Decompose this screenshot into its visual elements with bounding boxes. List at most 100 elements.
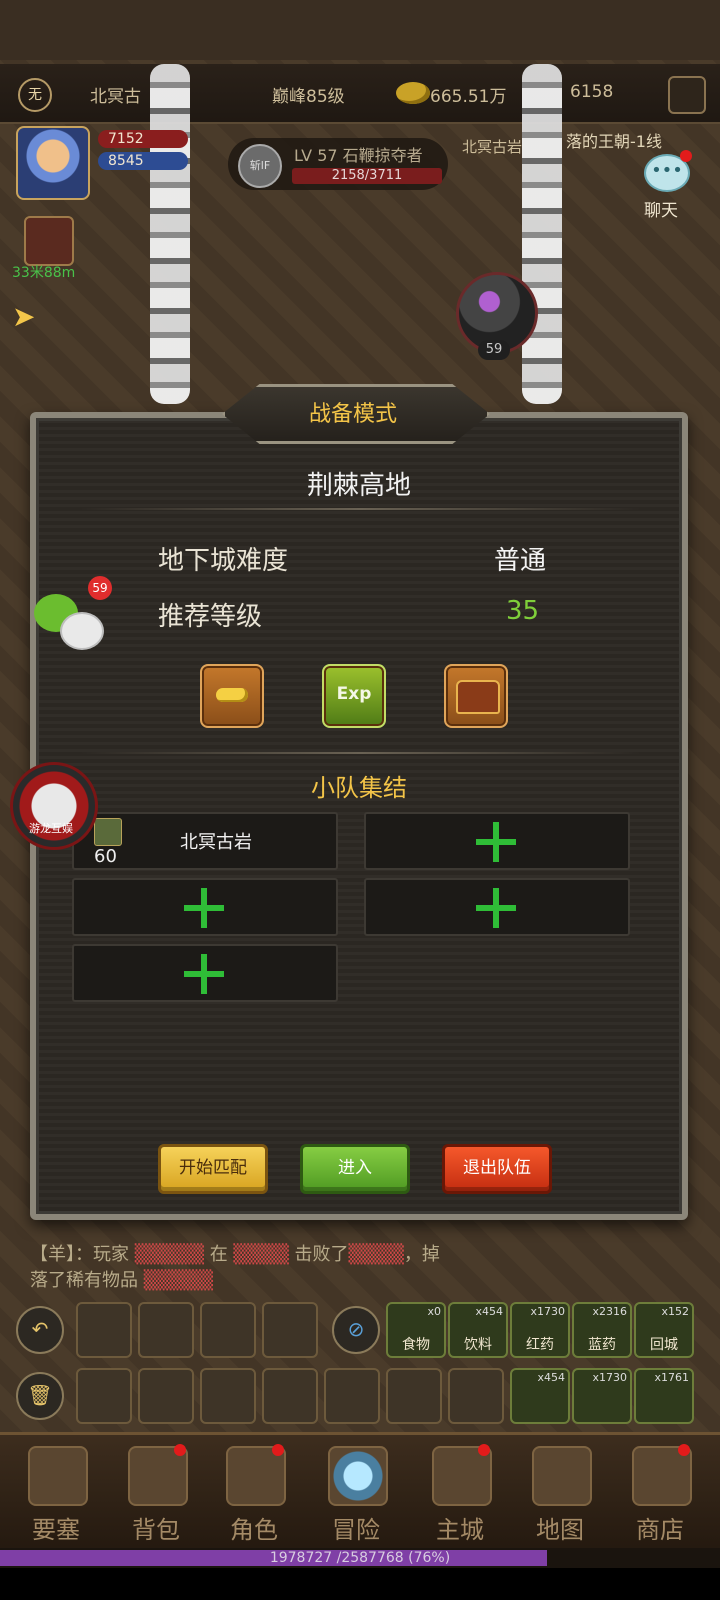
skill-slot[interactable] — [76, 1302, 132, 1358]
team-slot-4[interactable] — [364, 878, 630, 936]
member-name: 北冥古岩 — [180, 832, 252, 853]
gold-icon — [396, 82, 430, 104]
target-hp-bar: 2158/3711 — [292, 168, 442, 184]
distance-readout: 33米88m — [12, 265, 76, 281]
skill-slot[interactable] — [448, 1368, 504, 1424]
team-slot-2[interactable] — [364, 812, 630, 870]
reward-chest[interactable] — [444, 664, 508, 728]
item-slot[interactable]: x1730 — [572, 1368, 632, 1424]
portal-icon — [328, 1446, 388, 1506]
nav-backpack[interactable]: 背包 — [106, 1440, 206, 1544]
undo-icon[interactable]: ↶ — [16, 1306, 64, 1354]
player-hp-bar: 7152 — [98, 130, 188, 148]
team-slot-1[interactable]: 60 北冥古岩 — [72, 812, 338, 870]
skill-bar-top: ↶ ⊘ x0 食物 x454 饮料 x1730 红药 x2316 蓝药 x152… — [0, 1296, 720, 1360]
reward-exp[interactable]: Exp — [322, 664, 386, 728]
skill-slot[interactable] — [324, 1368, 380, 1424]
difficulty-value: 普通 — [494, 546, 547, 576]
target-tag: 北冥古岩 — [462, 138, 523, 156]
trash-icon[interactable]: 🗑 — [16, 1372, 64, 1420]
gold-amount: 665.51万 — [430, 87, 507, 107]
expand-arrow-icon[interactable]: ➤ — [12, 300, 35, 333]
nav-shop[interactable]: 商店 — [610, 1440, 710, 1544]
skill-slot[interactable] — [386, 1368, 442, 1424]
item-slot[interactable]: x1761 — [634, 1368, 694, 1424]
member-level: 60 — [94, 846, 117, 867]
start-match-button[interactable]: 开始匹配 — [158, 1144, 268, 1194]
experience-text: 1978727 /2587768 (76%) — [269, 1550, 451, 1566]
exp-icon: Exp — [336, 684, 372, 704]
nav-adventure[interactable]: 冒险 — [306, 1440, 406, 1544]
chest-icon — [456, 680, 500, 714]
target-portrait: 斩lF — [238, 144, 282, 188]
right-chain — [522, 64, 562, 404]
team-slot-5[interactable] — [72, 944, 338, 1002]
notification-dot — [478, 1444, 490, 1456]
gem-amount: 6158 — [570, 82, 614, 102]
notification-dot — [680, 150, 692, 162]
team-slot-3[interactable] — [72, 878, 338, 936]
target-frame[interactable]: 斩lF LV 57 石鞭掠夺者 2158/3711 — [228, 138, 448, 190]
system-log-line: 落了稀有物品 ▒▒▒▒▒ — [30, 1270, 213, 1291]
item-blue-potion[interactable]: x2316 蓝药 — [572, 1302, 632, 1358]
top-status-bar: 无 北冥古 巅峰85级 665.51万 6158 — [0, 64, 720, 124]
item-slot[interactable]: x454 — [510, 1368, 570, 1424]
nav-fortress[interactable]: 要塞 — [6, 1440, 106, 1544]
player-mp-bar: 8545 — [98, 152, 188, 170]
dragon-logo-icon[interactable] — [10, 762, 98, 850]
item-drink[interactable]: x454 饮料 — [448, 1302, 508, 1358]
scroll-map-icon — [532, 1446, 592, 1506]
gold-bar-icon — [216, 688, 248, 702]
fortress-icon — [28, 1446, 88, 1506]
divider — [80, 752, 640, 754]
guild-name: 北冥古 — [90, 87, 141, 107]
system-nav-area — [0, 1568, 720, 1600]
reward-gold[interactable] — [200, 664, 264, 728]
player-avatar[interactable] — [16, 126, 90, 200]
skill-slot[interactable] — [138, 1368, 194, 1424]
dragon-logo-label: 游龙互娱 — [29, 822, 73, 835]
system-log-line: 【羊】：玩家 ▒▒▒▒▒ 在 ▒▒▒▒ 击败了▒▒▒▒，掉 — [30, 1244, 440, 1265]
add-member-icon — [182, 952, 226, 996]
difficulty-label: 地下城难度 — [158, 546, 289, 576]
monster-level: 59 — [478, 340, 510, 360]
rank-badge-icon[interactable] — [668, 76, 706, 114]
team-title: 小队集结 — [311, 774, 407, 802]
chat-label[interactable]: 聊天 — [644, 196, 678, 221]
member-class-icon — [94, 818, 122, 846]
notification-dot — [174, 1444, 186, 1456]
wechat-badge: 59 — [88, 576, 112, 600]
notification-dot — [678, 1444, 690, 1456]
left-chain — [150, 64, 190, 404]
guild-emblem-icon[interactable]: 无 — [18, 78, 52, 112]
target-name: LV 57 石鞭掠夺者 — [294, 146, 423, 165]
add-member-icon — [182, 886, 226, 930]
peak-rank: 巅峰85级 — [272, 87, 345, 107]
auto-attack-icon[interactable]: ⊘ — [332, 1306, 380, 1354]
skill-slot[interactable] — [262, 1302, 318, 1358]
leave-team-button[interactable]: 退出队伍 — [442, 1144, 552, 1194]
pet-portrait[interactable] — [24, 216, 74, 266]
dungeon-name: 荆棘高地 — [306, 471, 411, 501]
add-member-icon — [474, 820, 518, 864]
skill-slot[interactable] — [262, 1368, 318, 1424]
skill-slot[interactable] — [200, 1302, 256, 1358]
recommended-level-value: 35 — [506, 596, 540, 626]
dialog-title: 战备模式 — [308, 402, 397, 427]
nav-map[interactable]: 地图 — [510, 1440, 610, 1544]
skill-slot[interactable] — [76, 1368, 132, 1424]
item-red-potion[interactable]: x1730 红药 — [510, 1302, 570, 1358]
wechat-icon[interactable] — [34, 590, 104, 650]
enter-button[interactable]: 进入 — [300, 1144, 410, 1194]
skill-bar-bottom: 🗑 x454 x1730 x1761 — [0, 1362, 720, 1426]
recommended-level-label: 推荐等级 — [158, 602, 263, 632]
divider — [80, 508, 640, 510]
skill-slot[interactable] — [138, 1302, 194, 1358]
skill-slot[interactable] — [200, 1368, 256, 1424]
nav-character[interactable]: 角色 — [204, 1440, 304, 1544]
item-return-town[interactable]: x152 回城 — [634, 1302, 694, 1358]
nav-main-city[interactable]: 主城 — [410, 1440, 510, 1544]
chat-button[interactable]: ••• — [640, 150, 692, 200]
zone-name: 落的王朝-1线 — [566, 132, 662, 151]
item-food[interactable]: x0 食物 — [386, 1302, 446, 1358]
